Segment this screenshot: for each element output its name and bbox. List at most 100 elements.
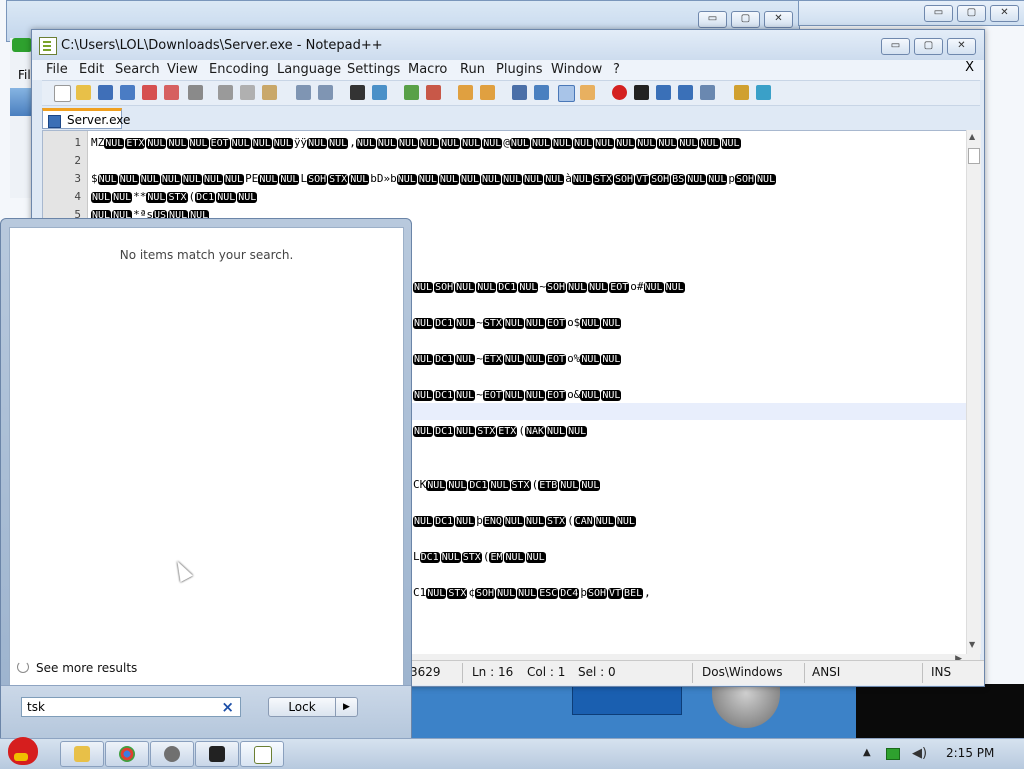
- macro-stop-icon[interactable]: [634, 85, 649, 100]
- bg-minimize-button[interactable]: ▭: [698, 11, 727, 28]
- minimize-button[interactable]: ▭: [881, 38, 910, 55]
- status-insert-mode: INS: [931, 665, 952, 679]
- zoom-out-icon[interactable]: [426, 85, 441, 100]
- search-input-value: tsk: [27, 700, 45, 714]
- code-line-4: NUL NUL **NUL STX (DC1 NUL NUL: [91, 190, 258, 203]
- zoom-in-icon[interactable]: [404, 85, 419, 100]
- taskbar-7zip-button[interactable]: [195, 741, 239, 767]
- taskbar: ▲ ◀) 2:15 PM: [0, 737, 1024, 769]
- menu-macro[interactable]: Macro: [408, 62, 447, 77]
- code-line-3: $NUL NUL NUL NUL NUL NUL NUL PENUL NUL LSOH STX NUL…: [91, 172, 777, 185]
- status-line: Ln : 16: [472, 665, 514, 679]
- toolbar: [42, 80, 980, 106]
- start-menu[interactable]: No items match your search. See more res…: [0, 218, 412, 738]
- power-options-arrow-icon[interactable]: ▶: [336, 697, 358, 717]
- status-selection: Sel : 0: [578, 665, 616, 679]
- undo-icon[interactable]: [296, 85, 311, 100]
- menu-search[interactable]: Search: [115, 62, 160, 77]
- volume-icon[interactable]: ◀): [912, 746, 927, 761]
- bg-right-close-button[interactable]: ✕: [990, 5, 1019, 22]
- folder-icon: [74, 746, 90, 762]
- replace-icon[interactable]: [372, 85, 387, 100]
- line-number: 3: [74, 172, 81, 185]
- search-icon[interactable]: [17, 661, 29, 673]
- close-all-icon[interactable]: [164, 85, 179, 100]
- document-icon: [48, 115, 61, 128]
- see-more-results-link[interactable]: See more results: [36, 661, 137, 675]
- paste-icon[interactable]: [262, 85, 277, 100]
- background-window-right[interactable]: ▭ ▢ ✕: [798, 0, 1024, 26]
- save-all-icon[interactable]: [120, 85, 135, 100]
- show-hidden-icons-icon[interactable]: ▲: [863, 747, 871, 758]
- taskbar-notepad-button[interactable]: [240, 741, 284, 767]
- show-all-chars-icon[interactable]: [534, 85, 549, 100]
- tab-server-exe[interactable]: Server.exe: [42, 108, 130, 129]
- wallpaper-shape: [572, 684, 682, 715]
- macro-save-icon[interactable]: [700, 85, 715, 100]
- new-file-icon[interactable]: [54, 85, 71, 102]
- menu-language[interactable]: Language: [277, 62, 341, 77]
- sync-vertical-icon[interactable]: [458, 85, 473, 100]
- user-language-icon[interactable]: [580, 85, 595, 100]
- scroll-up-arrow-icon[interactable]: ▲: [969, 132, 975, 141]
- maximize-button[interactable]: ▢: [914, 38, 943, 55]
- chrome-icon: [119, 746, 135, 762]
- open-file-icon[interactable]: [76, 85, 91, 100]
- line-number: 4: [74, 190, 81, 203]
- menu-encoding[interactable]: Encoding: [209, 62, 269, 77]
- menu-view[interactable]: View: [167, 62, 198, 77]
- status-separator: [692, 663, 693, 683]
- lock-button[interactable]: Lock: [268, 697, 336, 717]
- macro-run-multiple-icon[interactable]: [678, 85, 693, 100]
- word-wrap-icon[interactable]: [512, 85, 527, 100]
- macro-play-icon[interactable]: [656, 85, 671, 100]
- code-line-1: MZNUL ETX NUL NUL NUL EOT NUL NUL NUL ÿÿNUL NUL ,NU…: [91, 136, 741, 149]
- menu-edit[interactable]: Edit: [79, 62, 104, 77]
- close-file-icon[interactable]: [142, 85, 157, 100]
- print-icon[interactable]: [188, 85, 203, 100]
- menu-settings[interactable]: Settings: [347, 62, 400, 77]
- find-icon[interactable]: [350, 85, 365, 100]
- clock[interactable]: 2:15 PM: [946, 746, 994, 760]
- network-icon[interactable]: [886, 748, 900, 760]
- vertical-scrollbar[interactable]: ▲ ▼: [966, 130, 981, 654]
- menu-plugins[interactable]: Plugins: [496, 62, 543, 77]
- indent-guide-icon[interactable]: [558, 85, 575, 102]
- taskbar-chrome-button[interactable]: [105, 741, 149, 767]
- search-input[interactable]: tsk ×: [21, 697, 241, 717]
- macro-record-icon[interactable]: [612, 85, 627, 100]
- code-line-fragment: NUL DC1 NUL ~EOT NUL NUL EOT o&NUL NUL: [413, 388, 622, 401]
- bg-close-button[interactable]: ✕: [764, 11, 793, 28]
- redo-icon[interactable]: [318, 85, 333, 100]
- spell-check-icon[interactable]: [756, 85, 771, 100]
- status-column: Col : 1: [527, 665, 566, 679]
- bg-right-minimize-button[interactable]: ▭: [924, 5, 953, 22]
- menu-window[interactable]: Window: [551, 62, 602, 77]
- code-line-fragment: LDC1 NUL STX (EM NUL NUL: [413, 550, 546, 563]
- code-line-fragment: C1NUL STX ¢SOH NUL NUL ESC DC4 þSOH VT BEL,: [413, 586, 651, 599]
- copy-icon[interactable]: [240, 85, 255, 100]
- plugin-icon[interactable]: [734, 85, 749, 100]
- tab-bar: Server.exe: [42, 106, 980, 130]
- taskbar-settings-button[interactable]: [150, 741, 194, 767]
- sync-horizontal-icon[interactable]: [480, 85, 495, 100]
- start-button[interactable]: [0, 731, 48, 769]
- scroll-down-arrow-icon[interactable]: ▼: [969, 640, 975, 649]
- cut-icon[interactable]: [218, 85, 233, 100]
- menu-file[interactable]: File: [46, 62, 68, 77]
- close-button[interactable]: ✕: [947, 38, 976, 55]
- menu-run[interactable]: Run: [460, 62, 485, 77]
- notepad-icon: [254, 746, 272, 764]
- save-icon[interactable]: [98, 85, 113, 100]
- menu-help[interactable]: ?: [613, 62, 620, 77]
- status-eol-format: Dos\Windows: [702, 665, 783, 679]
- clear-search-icon[interactable]: ×: [221, 698, 234, 716]
- bg-right-maximize-button[interactable]: ▢: [957, 5, 986, 22]
- title-bar[interactable]: C:\Users\LOL\Downloads\Server.exe - Note…: [32, 30, 984, 60]
- taskbar-explorer-button[interactable]: [60, 741, 104, 767]
- bg-maximize-button[interactable]: ▢: [731, 11, 760, 28]
- app-icon: [12, 38, 32, 52]
- close-document-button[interactable]: X: [965, 60, 974, 75]
- status-separator: [804, 663, 805, 683]
- scroll-thumb[interactable]: [968, 148, 980, 164]
